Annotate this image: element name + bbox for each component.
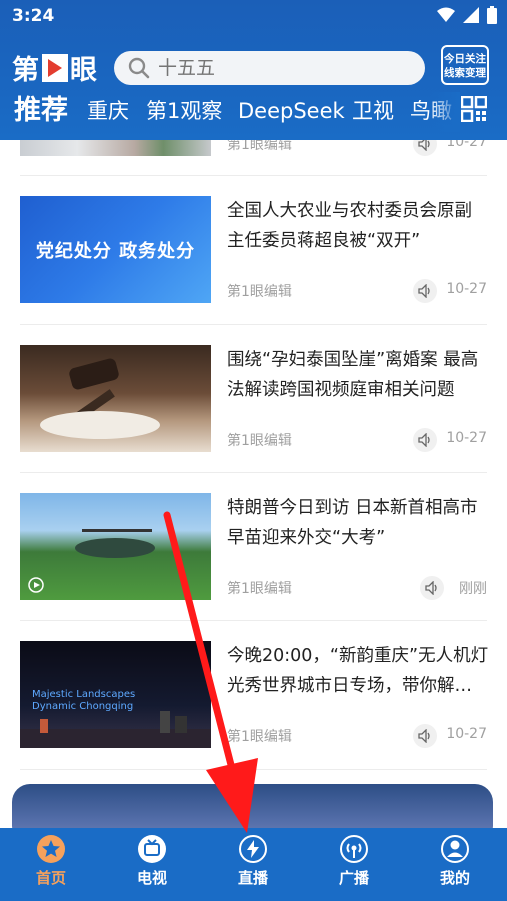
category-tabs: 推荐 重庆 第1观察 DeepSeek 卫视 鸟瞰 [0, 92, 460, 132]
search-input[interactable] [158, 57, 398, 79]
status-time: 3:24 [12, 6, 55, 26]
signal-icon [463, 7, 479, 23]
news-feed[interactable]: 第1眼编辑 10-27 党纪处分 政务处分 全国人大农业与农村委员会原副主任委员… [0, 140, 507, 828]
speaker-icon[interactable] [413, 428, 437, 452]
news-source: 第1眼编辑 [227, 729, 292, 745]
speaker-icon[interactable] [413, 279, 437, 303]
lightning-icon [239, 835, 267, 863]
nav-tv[interactable]: 电视 [112, 834, 192, 896]
tab-satellite-tv[interactable]: 卫视 [352, 92, 394, 130]
tab-first-observe[interactable]: 第1观察 [146, 92, 222, 130]
divider [20, 620, 487, 621]
news-title: 全国人大农业与农村委员会原副主任委员蒋超良被“双开” [227, 201, 472, 251]
news-date: 刚刚 [459, 581, 487, 597]
divider [20, 324, 487, 325]
speaker-icon[interactable] [413, 140, 437, 156]
news-title: 围绕“孕妇泰国坠崖”离婚案 最高法解读跨国视频庭审相关问题 [227, 350, 479, 400]
nav-label: 直播 [237, 869, 268, 887]
news-item[interactable]: 第1眼编辑 10-27 [20, 140, 487, 159]
battery-icon [487, 6, 497, 24]
star-icon [37, 835, 65, 863]
news-item[interactable]: 党纪处分 政务处分 全国人大农业与农村委员会原副主任委员蒋超良被“双开” 第1眼… [20, 196, 487, 306]
tab-deepseek[interactable]: DeepSeek [238, 92, 345, 130]
news-thumbnail [20, 140, 211, 156]
tab-chongqing[interactable]: 重庆 [87, 92, 129, 130]
tv-icon [138, 835, 166, 863]
news-source: 第1眼编辑 [227, 581, 292, 597]
wifi-icon [437, 7, 455, 22]
news-title: 特朗普今日到访 日本新首相高市早苗迎来外交“大考” [227, 498, 478, 548]
divider [20, 175, 487, 176]
news-date: 10-27 [446, 281, 487, 297]
nav-label: 我的 [439, 869, 470, 887]
speaker-icon[interactable] [413, 724, 437, 748]
news-thumbnail: 党纪处分 政务处分 [20, 196, 211, 303]
news-date: 10-27 [446, 430, 487, 446]
nav-label: 电视 [136, 869, 167, 887]
nav-live[interactable]: 直播 [213, 834, 293, 896]
bottom-nav: 首页 电视 直播 广播 我的 [0, 828, 507, 901]
tips-button[interactable]: 今日关注 线索变理 [441, 45, 489, 85]
tips-line-1: 今日关注 [444, 53, 486, 65]
nav-label: 广播 [338, 869, 369, 887]
search-bar[interactable] [114, 51, 425, 85]
news-item[interactable]: Majestic Landscapes Dynamic Chongqing 今晚… [20, 641, 489, 751]
svg-text:眼: 眼 [70, 55, 97, 86]
broadcast-icon [340, 835, 368, 863]
status-icons [437, 6, 497, 24]
news-source: 第1眼编辑 [227, 433, 292, 449]
app-logo[interactable]: 第 眼 [12, 50, 104, 86]
news-thumbnail [20, 345, 211, 452]
news-item[interactable]: 围绕“孕妇泰国坠崖”离婚案 最高法解读跨国视频庭审相关问题 第1眼编辑 10-2… [20, 345, 487, 455]
news-source: 第1眼编辑 [227, 140, 292, 153]
news-source: 第1眼编辑 [227, 284, 292, 300]
tabs-fade [430, 92, 460, 132]
divider [20, 472, 487, 473]
thumbnail-caption: 党纪处分 政务处分 [35, 240, 196, 262]
gavel-icon [40, 358, 160, 439]
nav-home[interactable]: 首页 [11, 834, 91, 896]
app-screen: 3:24 第 眼 今日关注 线索变理 推荐 重庆 [0, 0, 507, 901]
news-thumbnail: Majestic Landscapes Dynamic Chongqing [20, 641, 211, 748]
nav-label: 首页 [35, 869, 66, 887]
qr-code-icon[interactable] [461, 96, 487, 122]
svg-text:第: 第 [12, 54, 39, 86]
tab-recommend[interactable]: 推荐 [14, 92, 68, 130]
search-icon [128, 57, 150, 79]
news-item[interactable]: 特朗普今日到访 日本新首相高市早苗迎来外交“大考” 第1眼编辑 刚刚 [20, 493, 487, 603]
news-title: 今晚20:00，“新韵重庆”无人机灯光秀世界城市日专场，带你解… [227, 646, 489, 696]
news-date: 10-27 [446, 726, 487, 742]
user-icon [441, 835, 469, 863]
tips-line-2: 线索变理 [444, 67, 486, 79]
nav-mine[interactable]: 我的 [415, 834, 495, 896]
news-thumbnail [20, 493, 211, 600]
status-bar: 3:24 [0, 0, 507, 34]
app-header: 3:24 第 眼 今日关注 线索变理 推荐 重庆 [0, 0, 507, 140]
divider [20, 769, 487, 770]
news-date: 10-27 [446, 140, 487, 150]
speaker-icon[interactable] [420, 576, 444, 600]
nav-radio[interactable]: 广播 [314, 834, 394, 896]
